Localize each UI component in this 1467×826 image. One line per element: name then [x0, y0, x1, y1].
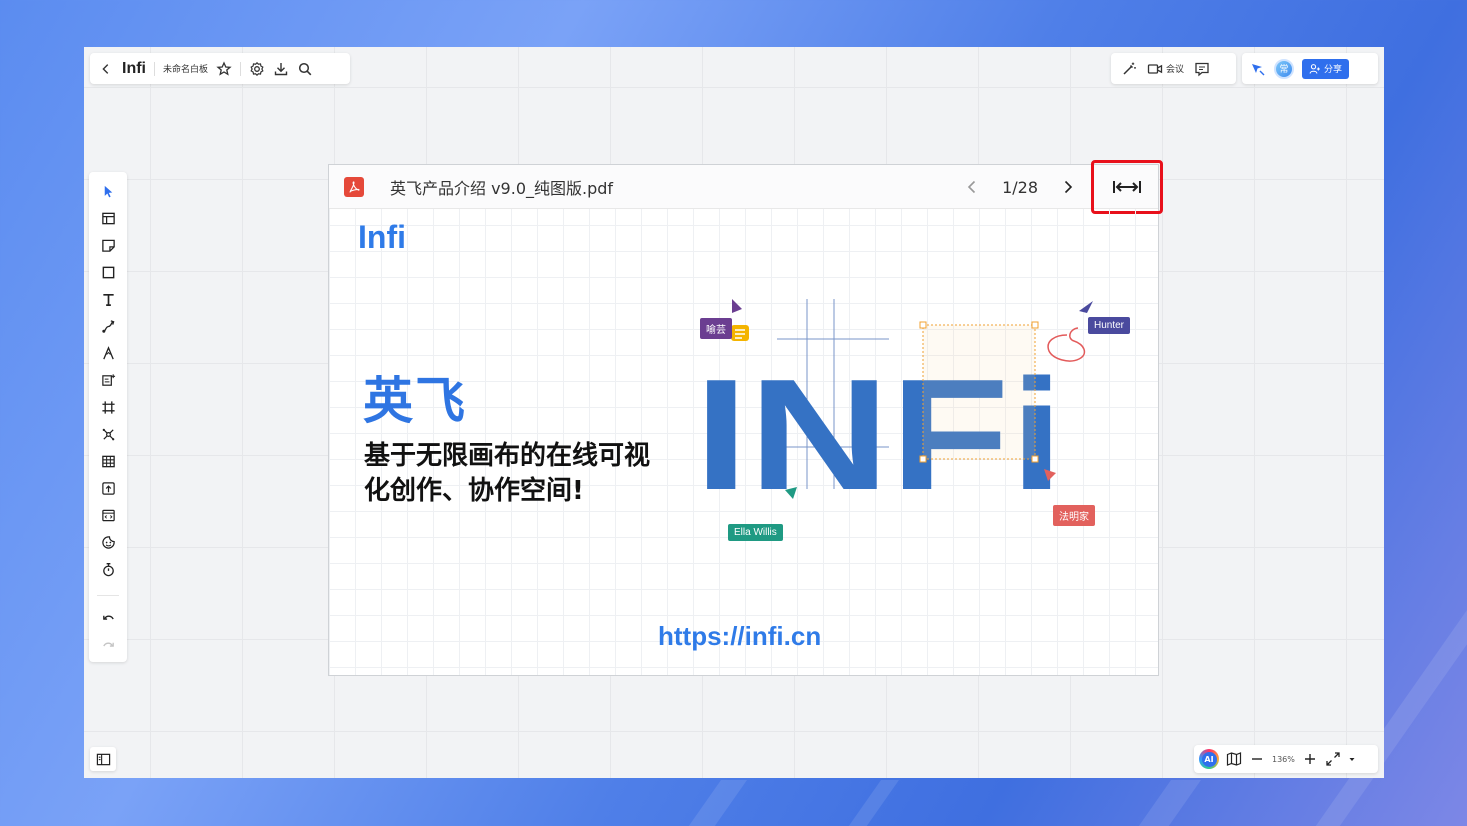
top-left-toolbar: Infi 未命名白板 — [90, 53, 350, 84]
page-indicator: 1/28 — [1002, 177, 1038, 197]
network-icon — [102, 428, 114, 440]
chevron-left-icon — [102, 63, 109, 74]
slogan-line-1: 基于无限画布的在线可视 — [364, 441, 651, 471]
undo-button[interactable] — [97, 608, 119, 630]
chevron-right-icon — [1064, 180, 1073, 194]
cursor-tag-ella-willis: Ella Willis — [728, 524, 783, 541]
back-button[interactable] — [98, 61, 114, 77]
timer-tool[interactable] — [97, 558, 119, 580]
redo-icon — [102, 642, 114, 647]
settings-gear-icon[interactable] — [249, 61, 265, 77]
sticker-tool[interactable] — [97, 531, 119, 553]
prev-page-button[interactable] — [964, 179, 980, 195]
pen-icon — [102, 345, 114, 359]
ai-assistant-button[interactable]: AI — [1199, 749, 1219, 769]
pointer-icon — [104, 185, 112, 197]
select-tool[interactable] — [97, 180, 119, 202]
shape-tool[interactable] — [97, 261, 119, 283]
pdf-page-slide: Infi 英飞 基于无限画布的在线可视 化创作、协作空间! INFi 喻芸 Hu… — [329, 209, 1158, 675]
template-tool[interactable] — [97, 207, 119, 229]
cursor-tag-yuyun: 喻芸 — [700, 318, 732, 339]
sticker-icon — [101, 535, 115, 549]
left-tool-palette — [89, 172, 127, 662]
chevron-left-icon — [967, 180, 976, 194]
mindmap-icon — [101, 373, 115, 386]
frame-tool[interactable] — [97, 396, 119, 418]
upload-tool[interactable] — [97, 477, 119, 499]
follow-cursor-icon[interactable] — [1250, 61, 1266, 77]
sidebar-toggle-button[interactable] — [90, 747, 116, 771]
share-label: 分享 — [1324, 65, 1343, 75]
meeting-button[interactable]: 会议 — [1147, 61, 1184, 77]
sidebar-panel-icon — [96, 753, 110, 765]
top-right-toolbar-collab: 常 分享 — [1242, 53, 1378, 84]
app-name: Infi — [122, 59, 146, 77]
meeting-label: 会议 — [1166, 65, 1185, 75]
comment-icon[interactable] — [1194, 61, 1210, 77]
sticky-note-tool[interactable] — [97, 234, 119, 256]
fit-width-button[interactable] — [1091, 160, 1163, 214]
fit-width-arrows-icon — [1113, 181, 1141, 193]
user-avatar[interactable]: 常 — [1274, 58, 1294, 79]
star-icon[interactable] — [216, 60, 232, 77]
caret-down-icon[interactable] — [1348, 751, 1356, 767]
square-icon — [102, 266, 114, 278]
pdf-filename: 英飞产品介绍 v9.0_纯图版.pdf — [390, 178, 614, 198]
minimap-icon[interactable] — [1226, 751, 1242, 767]
text-tool[interactable] — [97, 288, 119, 310]
upload-icon — [101, 481, 115, 495]
zoom-level[interactable]: 136% — [1272, 755, 1295, 764]
download-icon[interactable] — [273, 61, 289, 77]
pdf-viewer-card[interactable]: 英飞产品介绍 v9.0_纯图版.pdf 1/28 Infi 英飞 基于无限画布的… — [328, 160, 1163, 676]
cursor-tag-hunter: Hunter — [1088, 317, 1131, 334]
slide-url[interactable]: https://infi.cn — [658, 621, 821, 652]
slide-logo: Infi — [358, 219, 406, 255]
fit-screen-icon[interactable] — [1325, 751, 1341, 767]
video-camera-icon — [1147, 63, 1163, 74]
divider — [240, 61, 242, 76]
divider — [154, 61, 155, 76]
sticky-note-icon — [101, 239, 115, 252]
slide-slogan: 基于无限画布的在线可视 化创作、协作空间! — [364, 439, 704, 509]
timer-icon — [102, 562, 114, 576]
table-icon — [101, 455, 115, 467]
mindmap-tool[interactable] — [97, 369, 119, 391]
zoom-toolbar: AI 136% — [1194, 745, 1378, 773]
slogan-line-2: 化创作、协作空间! — [364, 476, 584, 506]
pdf-pager: 1/28 — [964, 165, 1076, 209]
zoom-in-icon[interactable] — [1302, 751, 1318, 767]
undo-icon — [102, 615, 114, 620]
add-user-icon — [1309, 63, 1320, 74]
connector-tool[interactable] — [97, 315, 119, 337]
redo-button[interactable] — [97, 635, 119, 657]
search-icon[interactable] — [297, 61, 313, 77]
share-button[interactable]: 分享 — [1302, 58, 1350, 79]
embed-tool[interactable] — [97, 504, 119, 526]
table-tool[interactable] — [97, 450, 119, 472]
code-embed-icon — [101, 509, 115, 521]
magic-wand-icon[interactable] — [1121, 61, 1137, 77]
slide-brand-title: 英飞 — [363, 372, 467, 430]
pen-tool[interactable] — [97, 342, 119, 364]
pdf-file-icon — [344, 176, 364, 197]
layout-icon — [101, 212, 115, 224]
board-name[interactable]: 未命名白板 — [163, 62, 208, 75]
tool-divider — [97, 595, 119, 596]
infi-artwork: INFi — [694, 299, 1093, 523]
next-page-button[interactable] — [1060, 179, 1076, 195]
frame-crop-icon — [101, 400, 115, 414]
top-right-toolbar-tools: 会议 — [1111, 53, 1236, 84]
ai-label: AI — [1201, 751, 1217, 767]
zoom-out-icon[interactable] — [1249, 751, 1265, 767]
cursor-tag-famingjia: 法明家 — [1053, 505, 1095, 526]
connector-curve-icon — [101, 319, 114, 333]
network-tool[interactable] — [97, 423, 119, 445]
whiteboard-app: Infi 未命名白板 会议 常 分享 AI 136% 英飞产品介绍 v9.0_纯… — [84, 47, 1384, 778]
pdf-header: 英飞产品介绍 v9.0_纯图版.pdf 1/28 — [329, 160, 1163, 214]
text-icon — [102, 293, 114, 306]
